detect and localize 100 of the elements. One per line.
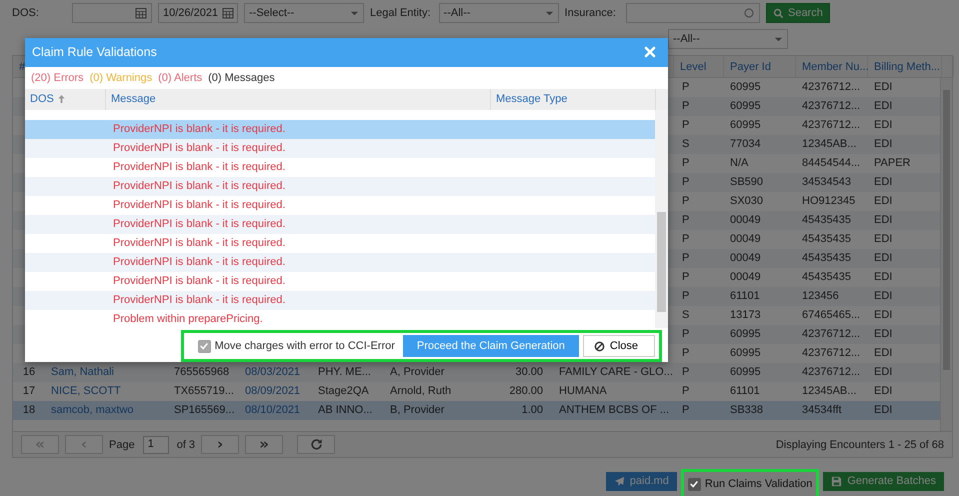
paid-md-button[interactable]: paid.md <box>606 472 677 490</box>
column-header[interactable]: Message <box>105 88 490 110</box>
page-input[interactable]: 1 <box>142 436 169 454</box>
pager-button[interactable]: » <box>245 435 284 454</box>
table-cell-text: 00049 <box>729 213 762 228</box>
proceed-button[interactable]: Proceed the Claim Generation <box>402 335 579 357</box>
table-cell-text: P <box>681 403 690 418</box>
table-cell-text: N/A <box>729 156 750 171</box>
table-link[interactable]: 08/09/2021 <box>239 382 312 401</box>
caret-icon <box>774 34 783 44</box>
table-cell-text: HUMANA <box>558 384 608 399</box>
close-icon <box>644 46 656 58</box>
table-cell-text: FAMILY CARE - GLO... <box>558 365 674 380</box>
column-header[interactable]: Level <box>674 56 724 77</box>
table-cell-text: PHY. ME... <box>317 365 372 380</box>
table-cell-text: Stage2QA <box>317 384 370 399</box>
table-cell-text: EDI <box>873 118 894 133</box>
refresh-icon <box>310 438 323 451</box>
table-cell-text: EDI <box>873 232 894 247</box>
table-cell-text: TX655719... <box>173 384 235 399</box>
table-cell-text: 13173 <box>729 308 762 323</box>
table-cell-text: 60995 <box>729 118 762 133</box>
table-cell-text: HO912345 <box>801 194 856 209</box>
table-cell-text: 84454544... <box>801 156 862 171</box>
date-field[interactable]: 10/26/2021 <box>158 3 238 23</box>
page-count: of 3 <box>176 438 196 450</box>
table-cell-text: A, Provider <box>389 365 446 380</box>
table-cell-text: EDI <box>873 365 894 380</box>
table-cell-text: ANTHEM BCBS OF ... <box>558 403 670 418</box>
dropdown[interactable]: --All-- <box>668 29 788 49</box>
filter-label: Insurance: <box>564 7 616 19</box>
message-text: ProviderNPI is blank - it is required. <box>112 198 286 213</box>
table-cell-text: 30.00 <box>514 365 544 380</box>
table-cell-text: PAPER <box>873 156 912 171</box>
table-cell-text: SB338 <box>729 403 764 418</box>
table-cell-text: P <box>681 232 690 247</box>
table-cell-text: 45435435 <box>801 213 852 228</box>
table-link[interactable]: NICE, SCOTT <box>45 382 168 401</box>
table-cell-text: 45435435 <box>801 270 852 285</box>
calendar-icon <box>135 7 147 19</box>
caret-icon <box>350 8 359 18</box>
table-link[interactable]: Sam, Nathali <box>45 363 168 382</box>
filter-label: DOS: <box>12 7 40 19</box>
table-link[interactable]: 08/10/2021 <box>239 401 312 420</box>
scrollbar[interactable] <box>940 78 952 431</box>
table-cell-text: 34534fft <box>801 403 843 418</box>
column-header[interactable]: DOS <box>25 88 105 110</box>
table-cell-text: EDI <box>873 270 894 285</box>
paper-plane-icon <box>614 476 625 486</box>
table-cell-text: 67465465... <box>801 308 862 323</box>
dropdown[interactable]: --Select-- <box>244 3 364 23</box>
column-header[interactable]: Billing Meth... <box>868 56 942 77</box>
message-text: ProviderNPI is blank - it is required. <box>112 160 286 175</box>
table-cell-text: P <box>681 213 690 228</box>
close-button[interactable]: Close <box>582 335 655 357</box>
filter-label: Legal Entity: <box>370 7 431 19</box>
table-cell-text: 42376712... <box>801 365 862 380</box>
caret-icon <box>544 8 554 18</box>
message-text: ProviderNPI is blank - it is required. <box>112 140 286 156</box>
refresh-button[interactable] <box>297 435 336 454</box>
table-cell-text: 42376712... <box>801 80 862 95</box>
table-cell-text: 60995 <box>729 327 762 342</box>
input-field[interactable] <box>626 3 760 23</box>
close-button[interactable] <box>644 46 656 58</box>
ban-icon <box>594 340 605 352</box>
table-cell-text: AB INNO... <box>317 403 374 418</box>
dialog-title: Claim Rule Validations <box>32 45 157 60</box>
table-link[interactable]: 08/03/2021 <box>239 363 312 382</box>
table-cell-text: 280.00 <box>508 384 544 399</box>
table-cell-text: 61101 <box>729 289 761 304</box>
column-header[interactable]: Payer Id <box>724 56 796 77</box>
message-text: ProviderNPI is blank - it is required. <box>112 216 286 232</box>
checkbox[interactable] <box>198 340 211 352</box>
checkbox[interactable] <box>688 478 701 490</box>
table-cell-text: EDI <box>873 308 894 323</box>
table-cell-text: EDI <box>873 327 894 342</box>
table-cell-text: P <box>681 194 690 209</box>
table-cell-text: EDI <box>873 137 894 152</box>
table-cell-text: 1.00 <box>520 403 544 418</box>
search-icon <box>772 8 784 18</box>
column-header[interactable]: Member Nu... <box>796 56 868 77</box>
dropdown[interactable]: --All-- <box>438 3 559 23</box>
table-cell-text: 17 <box>22 384 36 399</box>
table-cell-text: 34534543 <box>801 175 852 190</box>
scrollbar[interactable] <box>655 110 668 328</box>
message-text: ProviderNPI is blank - it is required. <box>112 236 286 251</box>
date-field[interactable] <box>72 3 152 23</box>
page-label: Page <box>109 438 135 450</box>
table-cell-text: P <box>681 156 690 171</box>
table-link[interactable]: samcob, maxtwo <box>45 401 168 420</box>
table-cell-text: EDI <box>873 403 894 418</box>
message-text: ProviderNPI is blank - it is required. <box>112 292 286 308</box>
pager-button[interactable]: › <box>201 435 240 454</box>
checkbox-label: Run Claims Validation <box>704 478 812 490</box>
column-header[interactable]: Message Type <box>490 88 655 110</box>
search-button[interactable]: Search <box>766 3 830 23</box>
generate-batches-button[interactable]: Generate Batches <box>823 472 944 490</box>
table-cell-text: 00049 <box>729 232 762 247</box>
table-cell-text: 61101 <box>729 384 761 399</box>
table-cell-text: EDI <box>873 251 894 266</box>
